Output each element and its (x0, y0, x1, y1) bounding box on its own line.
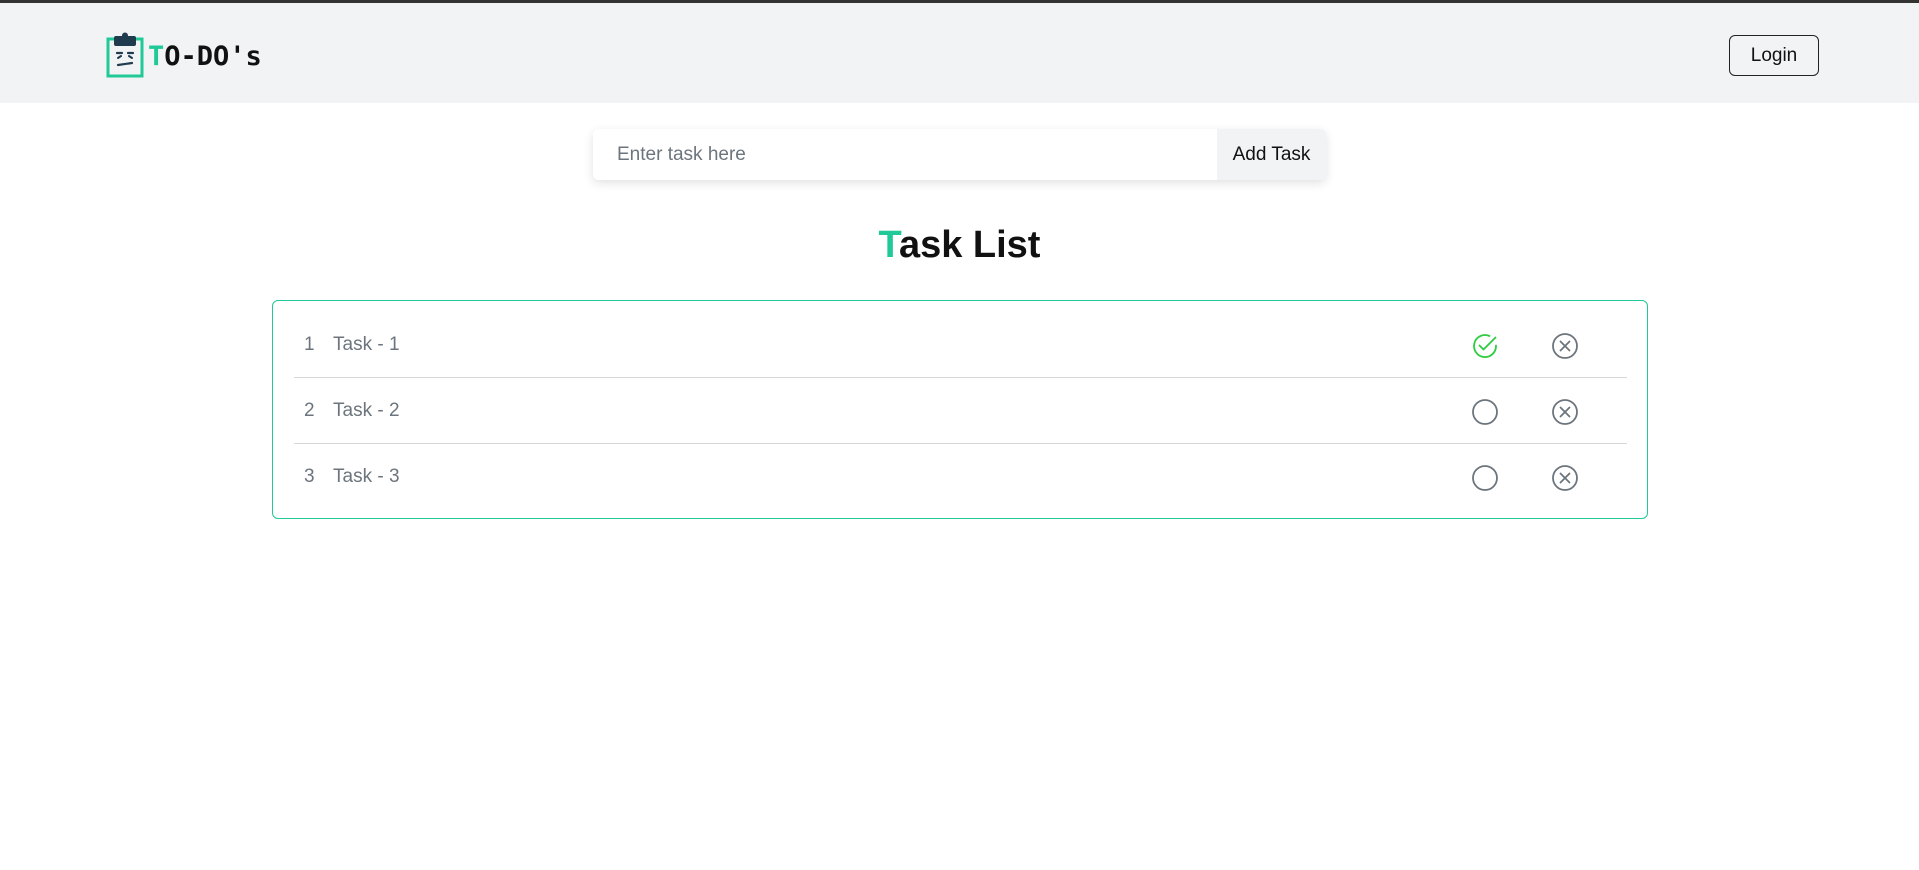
x-circle-icon[interactable] (1551, 332, 1579, 360)
brand-title-rest: O-DO's (164, 40, 262, 72)
check-circle-icon[interactable] (1471, 332, 1499, 360)
x-circle-icon[interactable] (1551, 464, 1579, 492)
task-number: 3 (304, 466, 315, 487)
task-list: 1 Task - 1 2 Task - 2 3 Task - 3 (272, 300, 1648, 519)
task-name: Task - 3 (333, 466, 400, 487)
task-list-title: Task List (0, 222, 1919, 268)
brand-title: TO-DO's (148, 43, 262, 70)
login-button[interactable]: Login (1729, 35, 1819, 76)
add-task-button[interactable]: Add Task (1217, 129, 1326, 180)
task-list-title-accent: T (878, 224, 899, 266)
task-name: Task - 2 (333, 399, 400, 421)
circle-icon[interactable] (1471, 464, 1499, 492)
task-list-title-rest: ask List (898, 224, 1041, 266)
task-row: 1 Task - 1 (294, 312, 1627, 378)
task-number: 2 (304, 399, 315, 421)
task-input[interactable] (593, 129, 1217, 180)
circle-icon[interactable] (1471, 398, 1499, 426)
task-row: 2 Task - 2 (294, 378, 1627, 444)
x-circle-icon[interactable] (1551, 398, 1579, 426)
task-name: Task - 1 (333, 333, 400, 355)
navbar: TO-DO's Login (0, 3, 1919, 103)
brand[interactable]: TO-DO's (106, 32, 262, 78)
add-task-form: Add Task (593, 129, 1326, 180)
brand-title-accent: T (148, 40, 165, 72)
clipboard-icon (106, 32, 144, 78)
task-number: 1 (304, 333, 315, 355)
task-row: 3 Task - 3 (294, 444, 1627, 510)
